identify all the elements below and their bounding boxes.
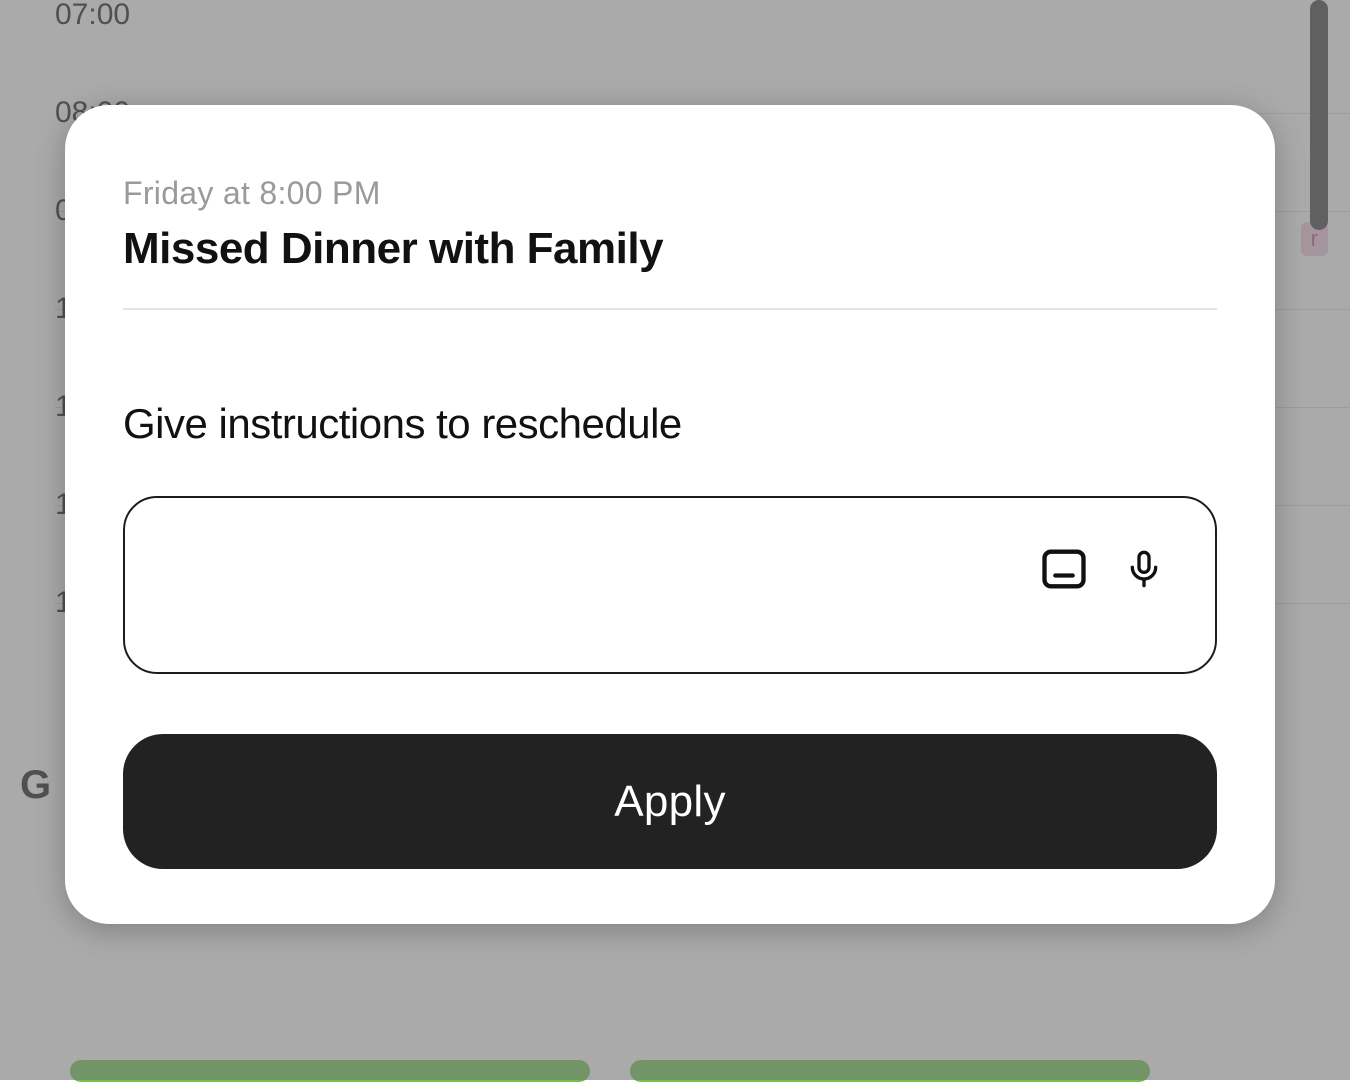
instructions-label: Give instructions to reschedule <box>123 400 1217 448</box>
event-datetime: Friday at 8:00 PM <box>123 175 1217 212</box>
microphone-icon[interactable] <box>1117 542 1171 596</box>
instructions-input[interactable] <box>161 526 1075 644</box>
event-title: Missed Dinner with Family <box>123 224 1217 274</box>
input-icon-row <box>1037 542 1171 596</box>
apply-button[interactable]: Apply <box>123 734 1217 869</box>
reschedule-modal: Friday at 8:00 PM Missed Dinner with Fam… <box>65 105 1275 924</box>
instructions-input-container <box>123 496 1217 674</box>
divider <box>123 308 1217 310</box>
keyboard-icon[interactable] <box>1037 542 1091 596</box>
